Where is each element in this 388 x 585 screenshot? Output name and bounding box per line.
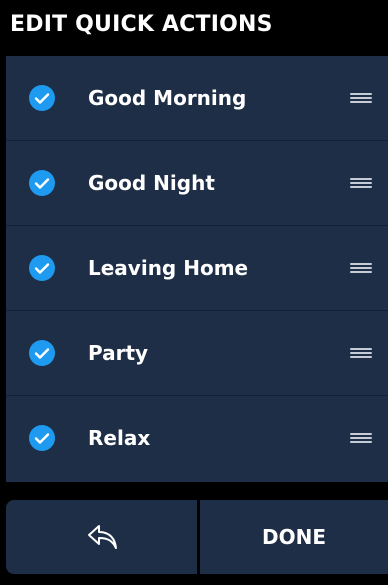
quick-action-label: Leaving Home bbox=[88, 256, 249, 280]
drag-handle-icon[interactable] bbox=[350, 432, 372, 444]
quick-action-row-good-night[interactable]: Good Night bbox=[6, 141, 388, 226]
drag-handle-icon[interactable] bbox=[350, 177, 372, 189]
check-circle-icon[interactable] bbox=[29, 255, 55, 281]
drag-handle-icon[interactable] bbox=[350, 262, 372, 274]
quick-action-row-leaving-home[interactable]: Leaving Home bbox=[6, 226, 388, 311]
quick-action-label: Relax bbox=[88, 426, 151, 450]
header: EDIT QUICK ACTIONS bbox=[0, 0, 388, 56]
back-button[interactable] bbox=[6, 500, 197, 574]
quick-action-row-good-morning[interactable]: Good Morning bbox=[6, 56, 388, 141]
done-button[interactable]: DONE bbox=[200, 500, 388, 574]
check-circle-icon[interactable] bbox=[29, 340, 55, 366]
check-circle-icon[interactable] bbox=[29, 85, 55, 111]
quick-action-label: Good Night bbox=[88, 171, 215, 195]
edit-quick-actions-screen: EDIT QUICK ACTIONS Good Morning Good Nig… bbox=[0, 0, 388, 585]
check-circle-icon[interactable] bbox=[29, 170, 55, 196]
quick-action-row-relax[interactable]: Relax bbox=[6, 396, 388, 482]
quick-actions-list: Good Morning Good Night Leaving Home Par… bbox=[6, 56, 388, 482]
check-circle-icon[interactable] bbox=[29, 425, 55, 451]
drag-handle-icon[interactable] bbox=[350, 347, 372, 359]
quick-action-label: Party bbox=[88, 341, 149, 365]
done-label: DONE bbox=[261, 525, 326, 549]
footer-actions: DONE bbox=[6, 500, 388, 574]
drag-handle-icon[interactable] bbox=[350, 92, 372, 104]
quick-action-row-party[interactable]: Party bbox=[6, 311, 388, 396]
reply-arrow-icon bbox=[88, 525, 117, 549]
quick-action-label: Good Morning bbox=[88, 86, 247, 110]
page-title: EDIT QUICK ACTIONS bbox=[10, 12, 273, 37]
